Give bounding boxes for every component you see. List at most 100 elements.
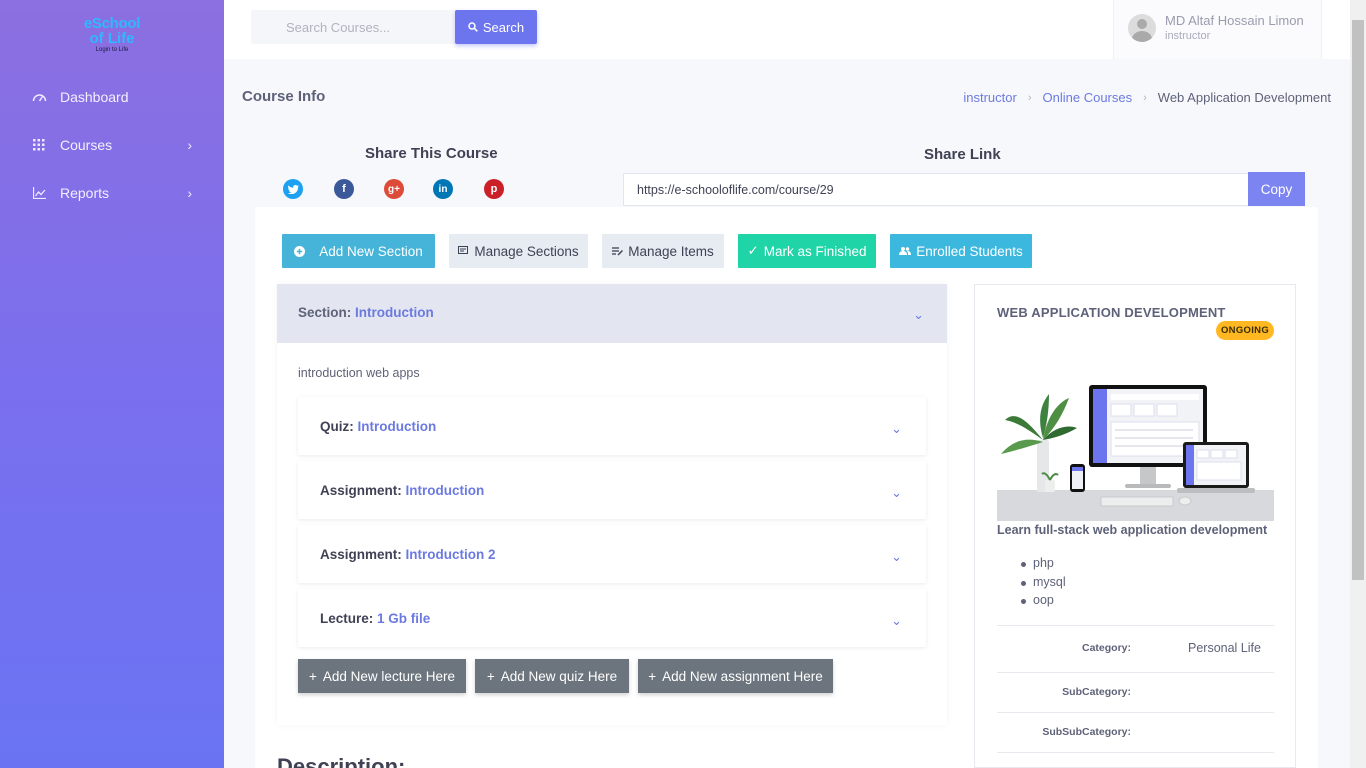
twitter-icon[interactable]	[283, 179, 303, 199]
chevron-down-icon: ⌄	[891, 613, 902, 628]
section-description: introduction web apps	[298, 366, 420, 380]
google-plus-icon[interactable]: g+	[384, 179, 404, 199]
section-item-assignment-2[interactable]: Assignment: Introduction 2 ⌄	[298, 525, 926, 583]
item-label: Lecture: 1 Gb file	[320, 611, 430, 626]
plus-circle-icon	[294, 245, 306, 257]
logo-line-1: eSchool	[83, 15, 141, 32]
grid-icon	[31, 137, 47, 153]
add-assignment-label: Add New assignment Here	[662, 668, 823, 684]
sidebar-item-courses[interactable]: Courses ›	[0, 125, 224, 165]
item-name: 1 Gb file	[377, 611, 431, 626]
item-label: Quiz: Introduction	[320, 419, 436, 434]
pinterest-icon[interactable]: p	[484, 179, 504, 199]
course-tags: php mysql oop	[1021, 556, 1066, 612]
sidebar-item-label: Reports	[60, 185, 110, 201]
course-image	[997, 380, 1274, 521]
add-lecture-button[interactable]: + Add New lecture Here	[298, 659, 466, 693]
section-label: Section: Introduction	[298, 305, 434, 320]
item-type: Assignment:	[320, 483, 402, 498]
plus-icon: +	[648, 668, 657, 684]
logo[interactable]: eSchool of Life Login to Life	[72, 16, 152, 66]
subcategory-label: SubCategory:	[1062, 686, 1131, 698]
search-icon	[468, 22, 478, 32]
category-label: Category:	[1081, 642, 1131, 654]
add-new-section-button[interactable]: Add New Section	[282, 234, 435, 268]
subsubcategory-label: SubSubCategory:	[1042, 726, 1131, 738]
description-heading: Description:	[277, 754, 406, 768]
manage-items-label: Manage Items	[628, 243, 714, 259]
item-type: Assignment:	[320, 547, 402, 562]
manage-sections-button[interactable]: Manage Sections	[449, 234, 588, 268]
section-item-quiz[interactable]: Quiz: Introduction ⌄	[298, 397, 926, 455]
add-lecture-label: Add New lecture Here	[322, 668, 455, 684]
mark-as-finished-button[interactable]: ✓ Mark as Finished	[738, 234, 876, 268]
scrollbar-thumb[interactable]	[1352, 20, 1364, 580]
item-type: Quiz:	[320, 419, 354, 434]
sidebar-item-label: Dashboard	[60, 89, 129, 105]
tag-item: oop	[1021, 593, 1066, 612]
breadcrumb-online-courses[interactable]: Online Courses	[1043, 90, 1133, 105]
users-icon	[899, 247, 912, 255]
section-header[interactable]: Section: Introduction ⌄	[277, 284, 947, 343]
linkedin-icon[interactable]: in	[433, 179, 453, 199]
share-link-title: Share Link	[924, 146, 1001, 163]
playlist-edit-icon	[612, 246, 624, 256]
sidebar-item-reports[interactable]: Reports ›	[0, 173, 224, 213]
page-scrollbar[interactable]	[1350, 0, 1366, 768]
divider	[997, 672, 1274, 673]
divider	[997, 625, 1274, 626]
share-course-title: Share This Course	[365, 145, 498, 162]
section-item-lecture[interactable]: Lecture: 1 Gb file ⌄	[298, 589, 926, 647]
plus-icon: +	[486, 668, 495, 684]
add-assignment-button[interactable]: + Add New assignment Here	[638, 659, 833, 693]
sidebar: eSchool of Life Login to Life Dashboard …	[0, 0, 224, 768]
topbar: Search MD Altaf Hossain Limon instructor	[224, 0, 1350, 59]
section-name: Introduction	[355, 305, 434, 320]
search-input[interactable]	[251, 10, 456, 44]
facebook-icon[interactable]: f	[334, 179, 354, 199]
page-title: Course Info	[242, 88, 326, 105]
speedometer-icon	[31, 89, 47, 105]
share-link-field[interactable]	[623, 173, 1249, 206]
breadcrumb-instructor[interactable]: instructor	[963, 90, 1016, 105]
plus-icon: +	[309, 668, 317, 684]
category-value: Personal Life	[1188, 641, 1261, 655]
breadcrumb-current: Web Application Development	[1157, 90, 1331, 105]
check-icon: ✓	[747, 243, 759, 258]
add-quiz-label: Add New quiz Here	[500, 668, 618, 684]
search-button[interactable]: Search	[455, 10, 537, 44]
copy-button[interactable]: Copy	[1248, 172, 1305, 206]
divider	[997, 752, 1274, 753]
item-label: Assignment: Introduction	[320, 483, 484, 498]
user-name: MD Altaf Hossain Limon	[1165, 13, 1304, 28]
sidebar-item-dashboard[interactable]: Dashboard	[0, 77, 224, 117]
course-title: WEB APPLICATION DEVELOPMENT	[997, 305, 1226, 320]
add-quiz-button[interactable]: + Add New quiz Here	[475, 659, 629, 693]
list-edit-icon	[458, 246, 469, 254]
chevron-down-icon: ⌄	[891, 421, 902, 436]
tag-item: mysql	[1021, 575, 1066, 594]
chevron-down-icon: ⌄	[913, 307, 924, 322]
chevron-down-icon: ⌄	[891, 485, 902, 500]
item-label: Assignment: Introduction 2	[320, 547, 496, 562]
user-menu[interactable]: MD Altaf Hossain Limon instructor	[1113, 0, 1322, 59]
search-button-label: Search	[482, 19, 525, 35]
avatar	[1128, 14, 1156, 42]
enrolled-students-button[interactable]: Enrolled Students	[890, 234, 1032, 268]
logo-line-2: of Life	[89, 30, 135, 47]
section-prefix: Section:	[298, 305, 352, 320]
sidebar-item-label: Courses	[60, 137, 113, 153]
divider	[997, 712, 1274, 713]
user-role: instructor	[1165, 30, 1211, 42]
tag-item: php	[1021, 556, 1066, 575]
course-subtitle: Learn full-stack web application develop…	[997, 523, 1268, 537]
manage-sections-label: Manage Sections	[474, 243, 579, 259]
add-new-section-label: Add New Section	[319, 243, 423, 259]
manage-items-button[interactable]: Manage Items	[602, 234, 724, 268]
item-name: Introduction	[405, 483, 485, 498]
breadcrumb: instructor › Online Courses › Web Applic…	[963, 90, 1331, 105]
chevron-right-icon: ›	[1143, 91, 1147, 104]
section-item-assignment[interactable]: Assignment: Introduction ⌄	[298, 461, 926, 519]
item-name: Introduction 2	[405, 547, 496, 562]
logo-tagline: Login to Life	[95, 47, 129, 53]
